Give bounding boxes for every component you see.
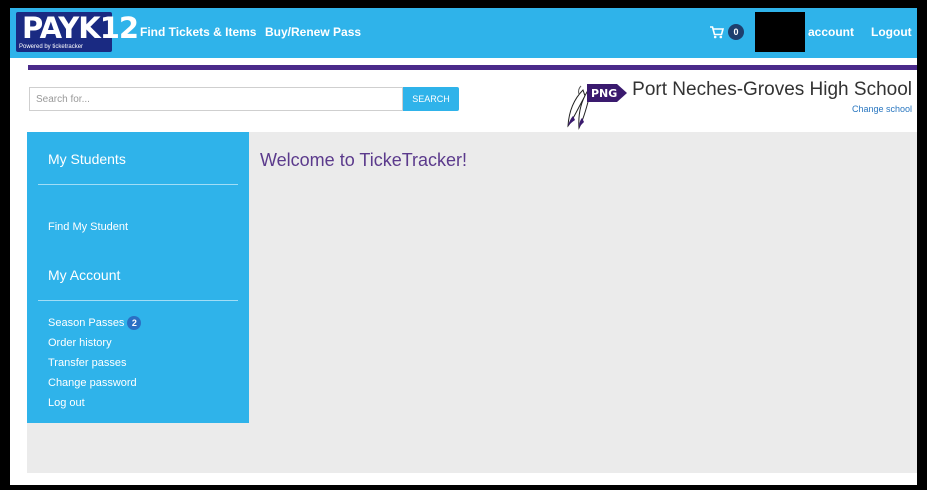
sidebar-item-find-my-student[interactable]: Find My Student bbox=[48, 220, 128, 234]
logo-text: PAYK12 bbox=[22, 11, 139, 45]
sidebar-item-order-history[interactable]: Order history bbox=[48, 336, 112, 350]
cart-count-badge: 0 bbox=[728, 24, 744, 40]
find-tickets-link[interactable]: Find Tickets & Items bbox=[140, 24, 256, 40]
sidebar-divider bbox=[38, 184, 238, 185]
sidebar-item-season-passes[interactable]: Season Passes 2 bbox=[48, 316, 142, 330]
redacted-username bbox=[755, 12, 805, 52]
buy-renew-pass-link[interactable]: Buy/Renew Pass bbox=[265, 24, 361, 40]
welcome-heading: Welcome to TickeTracker! bbox=[260, 150, 468, 170]
sidebar-item-log-out[interactable]: Log out bbox=[48, 396, 85, 410]
season-passes-label: Season Passes bbox=[48, 317, 125, 329]
school-name: Port Neches-Groves High School bbox=[632, 79, 912, 100]
school-logo-text: PNG bbox=[591, 87, 617, 100]
logo-subtitle: Powered by ticketracker bbox=[19, 44, 84, 50]
brand-divider-bar bbox=[28, 65, 917, 70]
my-students-heading: My Students bbox=[48, 151, 126, 167]
cart-icon bbox=[710, 25, 724, 38]
account-link[interactable]: account bbox=[808, 24, 854, 40]
browser-viewport: PAYK12 Powered by ticketracker Find Tick… bbox=[10, 8, 917, 485]
search-button[interactable]: SEARCH bbox=[403, 87, 459, 111]
sidebar-item-transfer-passes[interactable]: Transfer passes bbox=[48, 356, 126, 370]
change-school-link[interactable]: Change school bbox=[852, 104, 912, 114]
sidebar-item-change-password[interactable]: Change password bbox=[48, 376, 137, 390]
payk12-logo[interactable]: PAYK12 Powered by ticketracker bbox=[16, 12, 139, 52]
search-input[interactable] bbox=[29, 87, 403, 111]
sidebar: My Students Find My Student My Account S… bbox=[27, 132, 249, 423]
top-navbar: PAYK12 Powered by ticketracker Find Tick… bbox=[10, 8, 917, 58]
cart-button[interactable]: 0 bbox=[710, 23, 744, 41]
feather-icon bbox=[567, 85, 590, 130]
school-mascot-logo: PNG bbox=[567, 84, 627, 130]
sidebar-divider bbox=[38, 300, 238, 301]
my-account-heading: My Account bbox=[48, 267, 121, 283]
logout-link[interactable]: Logout bbox=[871, 24, 912, 40]
season-passes-count-badge: 2 bbox=[127, 316, 142, 330]
